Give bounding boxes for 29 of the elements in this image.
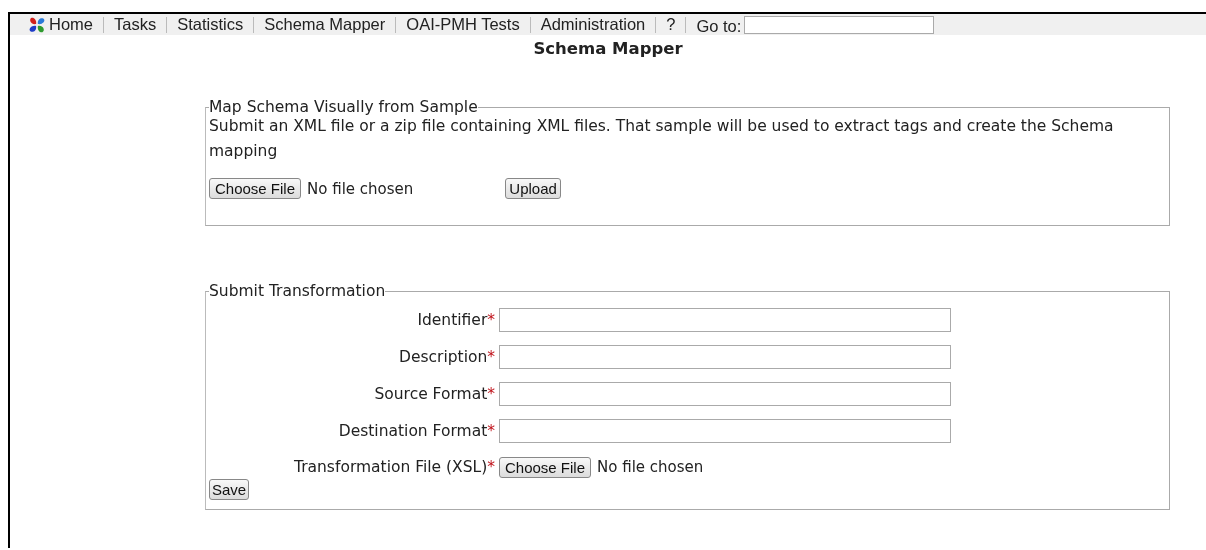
nav-link[interactable]: Statistics — [167, 15, 254, 34]
nav-link[interactable]: OAI-PMH Tests — [396, 15, 530, 34]
text-input-field[interactable] — [499, 345, 951, 369]
upload-button[interactable]: Upload — [505, 178, 561, 199]
file-status-text: No file chosen — [597, 458, 704, 476]
fieldset-legend: Submit Transformation — [209, 282, 386, 300]
field-label: Transformation File (XSL)* — [293, 457, 495, 478]
text-input-field[interactable] — [499, 308, 951, 332]
field-label: Source Format* — [373, 384, 495, 405]
field-label: Description* — [397, 347, 495, 368]
field-label: Identifier* — [416, 310, 495, 331]
nav-link[interactable]: Administration — [530, 15, 656, 34]
save-button[interactable]: Save — [209, 479, 250, 500]
file-status-text: No file chosen — [307, 179, 414, 198]
fieldset-legend: Map Schema Visually from Sample — [209, 98, 478, 116]
page-title: Schema Mapper — [532, 39, 684, 58]
four-leaf-icon — [28, 15, 46, 34]
goto-label: Go to: — [695, 17, 743, 36]
goto-field[interactable] — [744, 15, 935, 34]
field-label: Destination Format* — [337, 421, 495, 442]
text-input-field[interactable] — [499, 419, 951, 443]
nav-link[interactable]: Home — [18, 15, 103, 34]
nav-link[interactable]: Tasks — [104, 15, 167, 34]
nav-link[interactable]: ? — [656, 15, 686, 34]
choose-file-button[interactable]: Choose File — [209, 178, 302, 199]
text-input-field[interactable] — [499, 382, 951, 406]
description-text: Submit an XML file or a zip file containing XML files. That sample will be used to extract tags and create the Schema mapping — [209, 116, 1115, 162]
nav-link[interactable]: Schema Mapper — [254, 15, 396, 34]
choose-file-button[interactable]: Choose File — [499, 456, 592, 478]
